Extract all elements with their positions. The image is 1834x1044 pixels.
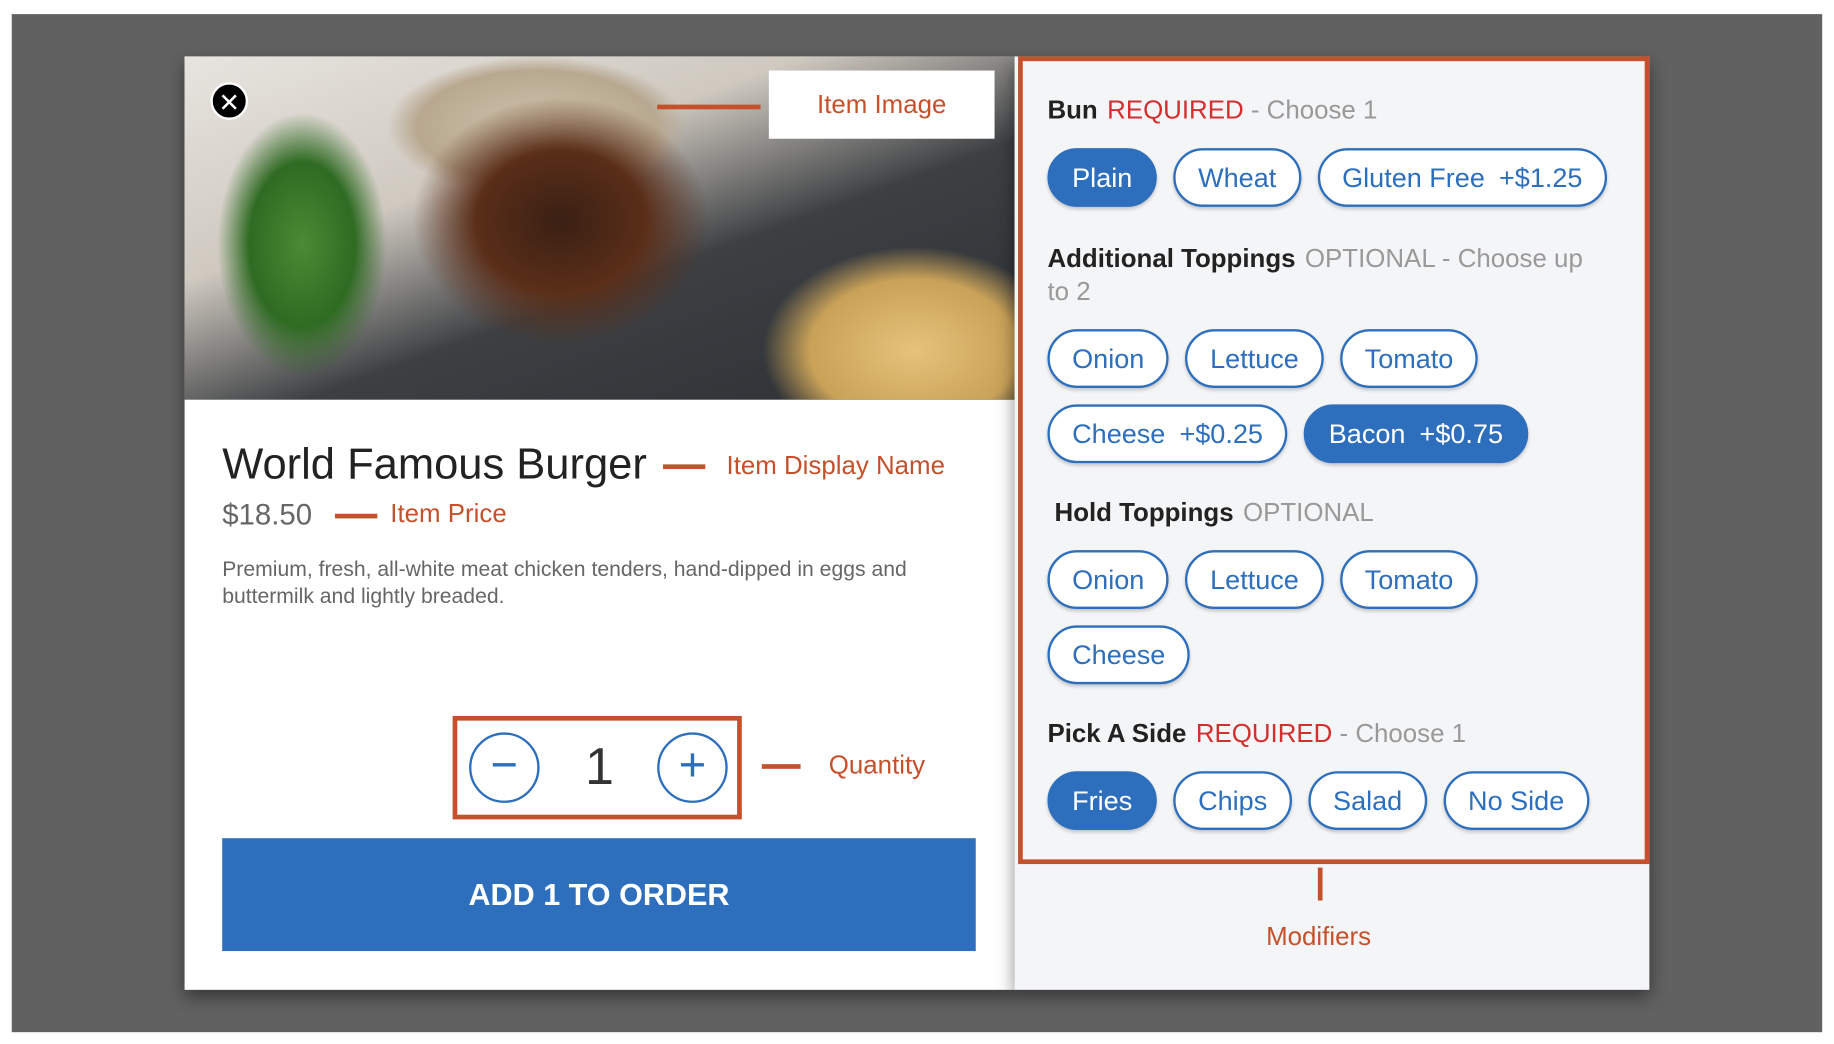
group-name: Pick A Side xyxy=(1047,718,1187,748)
option-chip-plain[interactable]: Plain xyxy=(1047,148,1157,207)
option-chip-fries[interactable]: Fries xyxy=(1047,771,1157,830)
option-chip-cheese[interactable]: Cheese +$0.25 xyxy=(1047,404,1288,464)
option-chip-gluten-free[interactable]: Gluten Free +$1.25 xyxy=(1317,148,1608,207)
modifier-group: Pick A Side REQUIRED - Choose 1 Fries Chips… xyxy=(1047,717,1611,830)
annotation-leader xyxy=(657,104,761,110)
group-status: OPTIONAL xyxy=(1304,243,1435,273)
option-label: Bacon xyxy=(1328,418,1406,450)
modifier-group: Bun REQUIRED - Choose 1 Plain Wheat Gluten F… xyxy=(1047,94,1611,207)
group-rule: - Choose 1 xyxy=(1243,95,1378,125)
option-chip-onion[interactable]: Onion xyxy=(1047,329,1169,388)
option-label: Plain xyxy=(1072,162,1133,193)
option-price: +$0.75 xyxy=(1419,418,1504,450)
option-label: Cheese xyxy=(1072,639,1166,671)
option-label: Tomato xyxy=(1364,343,1454,374)
item-display-name-annotation: Item Display Name xyxy=(726,450,945,480)
option-label: Cheese xyxy=(1072,418,1166,450)
option-chip-tomato[interactable]: Tomato xyxy=(1339,550,1479,609)
option-label: Salad xyxy=(1333,785,1403,816)
item-card: ✕ Item Image World Famous Burger Item Di… xyxy=(184,56,1015,990)
option-label: Wheat xyxy=(1198,162,1277,193)
option-chip-chips[interactable]: Chips xyxy=(1173,771,1292,830)
modifier-group-header: Bun REQUIRED - Choose 1 xyxy=(1047,94,1588,127)
option-chip-lettuce[interactable]: Lettuce xyxy=(1185,550,1324,609)
group-name: Additional Toppings xyxy=(1047,243,1296,273)
modifier-group: Additional Toppings OPTIONAL - Choose up … xyxy=(1047,242,1611,464)
option-label: Gluten Free xyxy=(1342,162,1485,193)
group-name: Bun xyxy=(1047,95,1098,125)
option-label: Fries xyxy=(1072,785,1133,816)
option-chip-salad[interactable]: Salad xyxy=(1308,771,1427,830)
option-chip-cheese[interactable]: Cheese xyxy=(1047,625,1191,685)
modifier-group-header: Hold Toppings OPTIONAL xyxy=(1055,496,1596,529)
option-label: Lettuce xyxy=(1210,564,1299,595)
quantity-annotation: Quantity xyxy=(828,750,926,780)
group-status: OPTIONAL xyxy=(1243,497,1374,527)
option-chips: Plain Wheat Gluten Free +$1.25 xyxy=(1047,148,1611,207)
modifier-group-header: Additional Toppings OPTIONAL - Choose up … xyxy=(1047,242,1588,308)
option-chips: Onion Lettuce Tomato Cheese xyxy=(1047,550,1611,685)
option-chip-onion[interactable]: Onion xyxy=(1047,550,1169,609)
item-image: ✕ Item Image xyxy=(184,56,1015,400)
modifiers-annotation: Modifiers xyxy=(1266,921,1372,952)
option-label: Onion xyxy=(1072,564,1145,595)
option-chip-tomato[interactable]: Tomato xyxy=(1339,329,1479,388)
group-status: REQUIRED xyxy=(1195,718,1333,748)
decrement-button[interactable]: − xyxy=(469,732,540,803)
increment-button[interactable]: + xyxy=(657,732,728,803)
option-chip-bacon[interactable]: Bacon +$0.75 xyxy=(1304,404,1528,464)
modifier-group-header: Pick A Side REQUIRED - Choose 1 xyxy=(1047,717,1588,750)
group-status: REQUIRED xyxy=(1107,95,1244,125)
group-name: Hold Toppings xyxy=(1054,497,1234,527)
stage: ✕ Item Image World Famous Burger Item Di… xyxy=(0,0,1834,1044)
annotation-leader xyxy=(761,764,801,769)
item-price-annotation: Item Price xyxy=(390,498,507,528)
annotation-leader xyxy=(1317,867,1323,901)
item-description: Premium, fresh, all-white meat chicken t… xyxy=(222,557,907,608)
annotation-leader xyxy=(663,464,706,470)
item-display-name: World Famous Burger xyxy=(222,439,647,488)
option-price: +$0.25 xyxy=(1179,418,1263,450)
option-label: Tomato xyxy=(1364,564,1454,595)
option-label: No Side xyxy=(1468,785,1565,816)
item-image-annotation: Item Image xyxy=(768,70,995,139)
option-chips: Fries Chips Salad No Side xyxy=(1047,771,1611,830)
option-price: +$1.25 xyxy=(1499,162,1583,193)
quantity-stepper: − 1 + xyxy=(452,715,742,820)
option-chip-no-side[interactable]: No Side xyxy=(1443,771,1589,830)
option-chips: Onion Lettuce Tomato Cheese +$0.25 Bacon +$0.7… xyxy=(1047,329,1611,464)
close-icon[interactable]: ✕ xyxy=(210,82,249,120)
option-label: Chips xyxy=(1198,785,1268,816)
option-chip-lettuce[interactable]: Lettuce xyxy=(1185,329,1324,388)
quantity-value: 1 xyxy=(585,738,614,796)
add-to-order-button[interactable]: ADD 1 TO ORDER xyxy=(222,838,976,952)
option-label: Lettuce xyxy=(1210,343,1299,374)
modifiers-panel: Bun REQUIRED - Choose 1 Plain Wheat Gluten F… xyxy=(1014,56,1650,990)
group-rule: - Choose 1 xyxy=(1332,718,1467,748)
annotation-leader xyxy=(335,513,378,519)
item-price: $18.50 xyxy=(222,498,313,532)
option-label: Onion xyxy=(1072,343,1145,374)
option-chip-wheat[interactable]: Wheat xyxy=(1173,148,1301,207)
modifier-group: Hold Toppings OPTIONAL Onion Lettuce Tomato C… xyxy=(1047,496,1612,685)
